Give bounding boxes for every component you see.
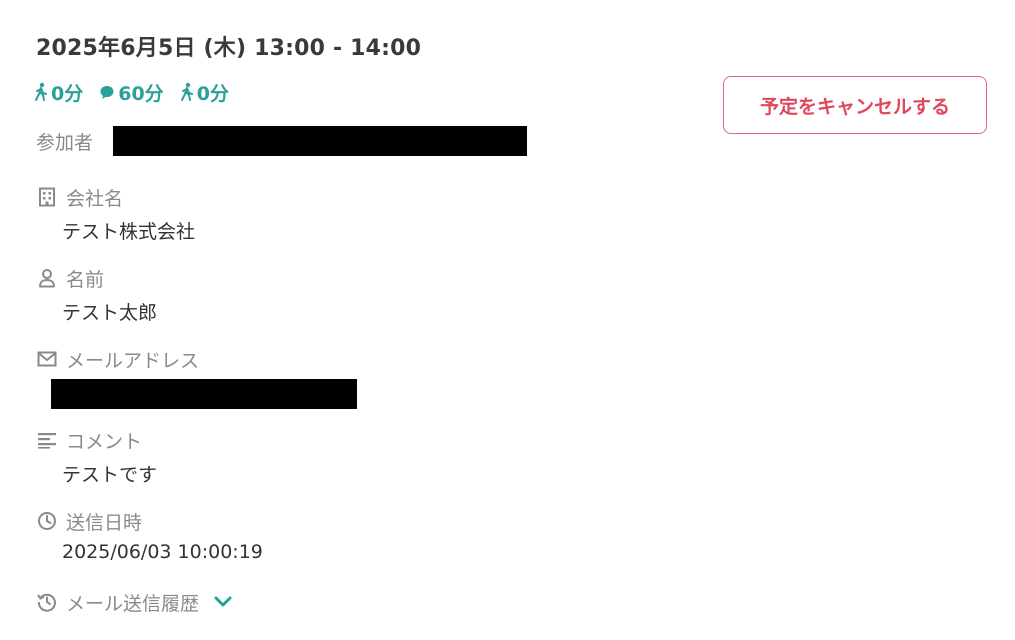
name-field-header: 名前 [36,265,104,291]
company-label: 会社名 [66,187,124,210]
email-field-header: メールアドレス [36,346,199,372]
meeting-duration: 60分 [99,79,164,106]
sent-at-label: 送信日時 [66,511,143,534]
clock-icon [36,510,58,532]
comment-label: コメント [66,430,143,453]
text-lines-icon [36,429,58,451]
travel-before-value: 0分 [51,82,84,105]
history-icon [36,591,58,613]
email-label: メールアドレス [66,349,200,372]
travel-after: 0分 [180,79,229,106]
meeting-duration-value: 60分 [118,82,164,105]
chevron-down-icon[interactable] [213,595,233,609]
participants-label: 参加者 [36,131,94,154]
comment-value: テストです [62,464,158,486]
sent-at-field-header: 送信日時 [36,508,142,534]
participants-redacted [113,126,528,156]
duration-summary: 0分 60分 0分 [34,78,229,106]
chat-bubble-icon [99,84,115,100]
travel-before: 0分 [34,79,83,106]
participants-row: 参加者 [36,126,528,156]
person-icon [36,267,58,289]
name-label: 名前 [66,268,105,291]
cancel-schedule-button[interactable]: 予定をキャンセルする [723,76,987,134]
building-icon [36,186,58,208]
schedule-datetime: 2025年6月5日 (木) 13:00 - 14:00 [36,36,422,61]
mail-icon [36,348,58,370]
travel-after-value: 0分 [196,82,229,105]
email-redacted [51,379,357,409]
company-field-header: 会社名 [36,184,123,210]
mail-history-toggle[interactable]: メール送信履歴 [36,589,233,615]
company-value: テスト株式会社 [62,221,196,243]
name-value: テスト太郎 [62,302,158,324]
walking-icon [180,82,194,102]
sent-at-value: 2025/06/03 10:00:19 [62,541,263,563]
mail-history-label: メール送信履歴 [66,592,200,615]
walking-icon [34,82,48,102]
comment-field-header: コメント [36,427,142,453]
